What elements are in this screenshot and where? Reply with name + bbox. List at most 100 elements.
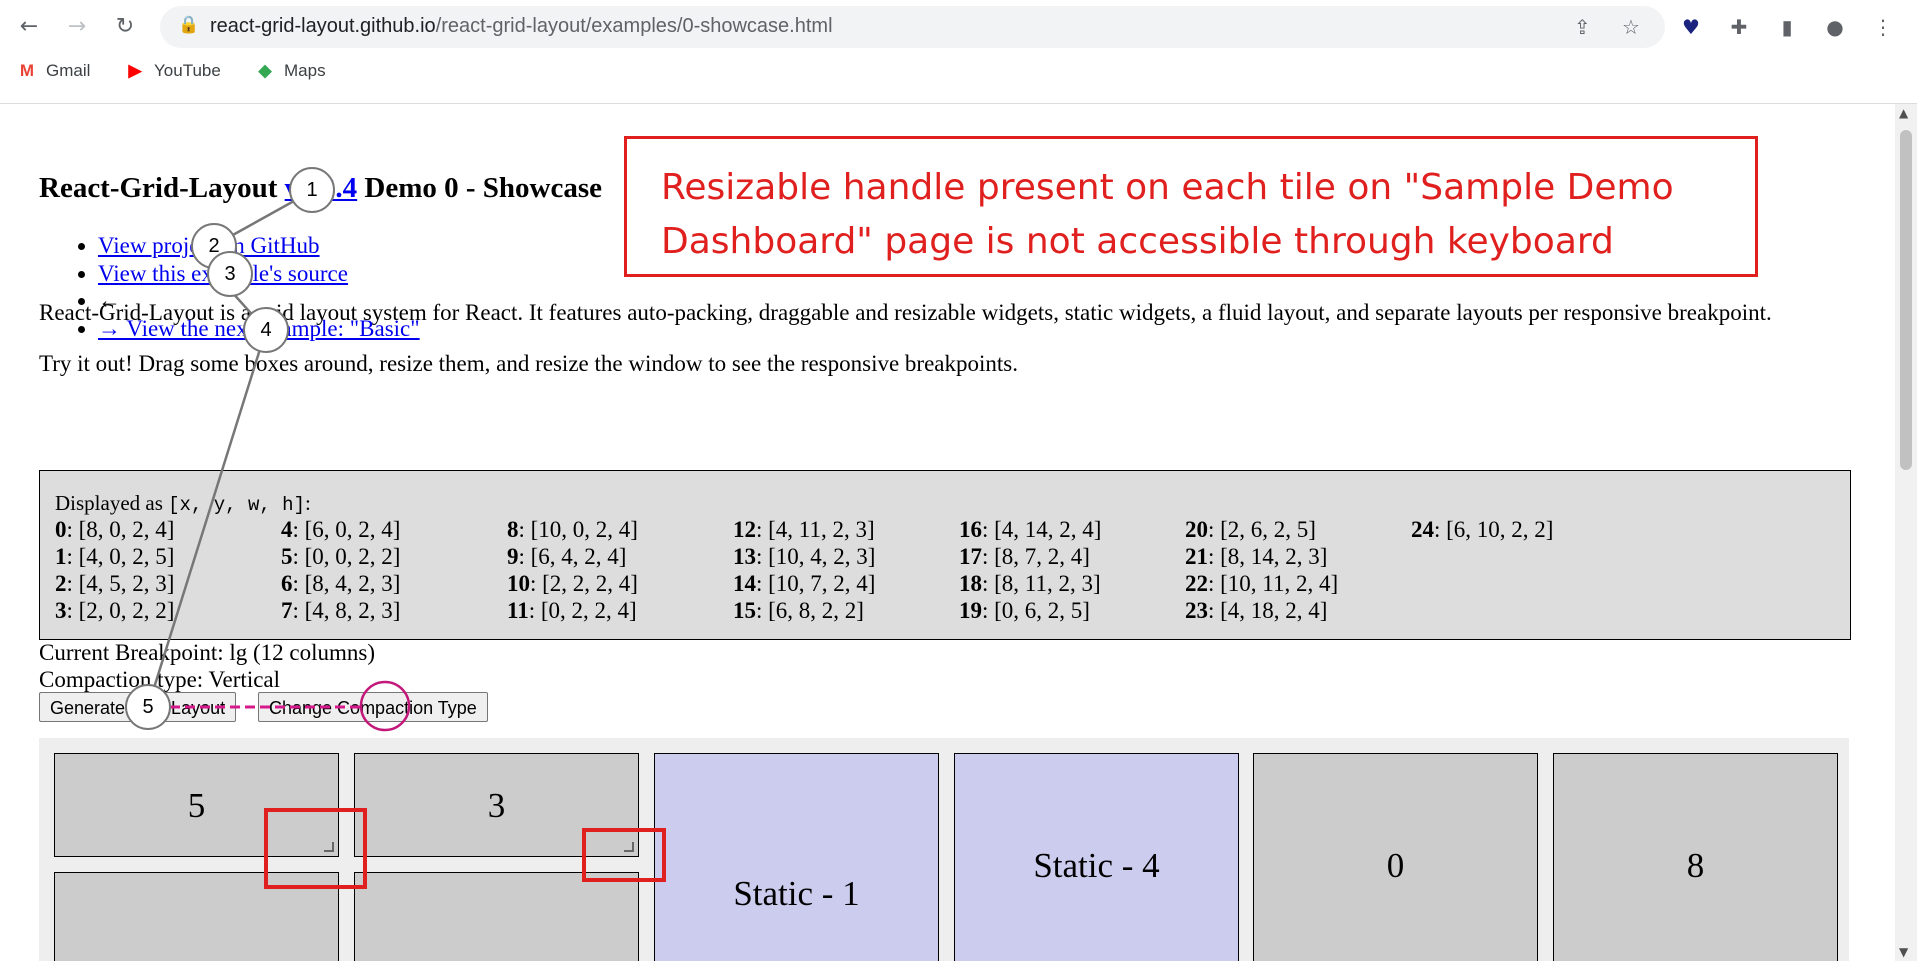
layout-item: 18: [8, 11, 2, 3]	[959, 571, 1185, 598]
layout-item-value: : [2, 0, 2, 2]	[66, 598, 175, 623]
menu-icon[interactable]: ⋮	[1866, 10, 1900, 44]
address-url[interactable]: react-grid-layout.github.io/react-grid-l…	[210, 15, 833, 38]
side-panel-icon[interactable]: ▮	[1770, 10, 1804, 44]
layout-item-value: : [8, 14, 2, 3]	[1208, 544, 1328, 569]
layout-item: 17: [8, 7, 2, 4]	[959, 544, 1185, 571]
layout-item: 15: [6, 8, 2, 2]	[733, 598, 959, 625]
layout-item-id: 7	[281, 598, 293, 623]
layout-item-value: : [6, 4, 2, 4]	[518, 544, 627, 569]
focus-order-marker-3: 3	[207, 251, 253, 297]
layout-item: 22: [10, 11, 2, 4]	[1185, 571, 1411, 598]
layout-item: 7: [4, 8, 2, 3]	[281, 598, 507, 625]
bookmark-label: Gmail	[46, 61, 91, 80]
focus-order-marker-4: 4	[243, 307, 289, 353]
layout-item-value: : [10, 4, 2, 3]	[756, 544, 876, 569]
layout-item-value: : [8, 0, 2, 4]	[66, 517, 175, 542]
youtube-icon: ▶	[128, 61, 142, 80]
layout-item: 0: [8, 0, 2, 4]	[55, 517, 281, 544]
layout-item-id: 17	[959, 544, 982, 569]
change-compaction-button[interactable]: Change Compaction Type	[258, 692, 488, 722]
layout-item-id: 15	[733, 598, 756, 623]
layout-item: 6: [8, 4, 2, 3]	[281, 571, 507, 598]
bookmark-gmail[interactable]: M Gmail	[16, 61, 91, 81]
layout-item-id: 11	[507, 598, 529, 623]
displayed-as-colon: :	[304, 491, 311, 515]
layout-item-id: 6	[281, 571, 293, 596]
layout-item-value: : [10, 11, 2, 4]	[1208, 571, 1339, 596]
bookmark-youtube[interactable]: ▶ YouTube	[124, 61, 221, 81]
bookmark-maps[interactable]: ◆ Maps	[254, 61, 325, 81]
layout-item-value: : [0, 0, 2, 2]	[292, 544, 401, 569]
grid-tile-static-1: Static - 1	[654, 753, 939, 961]
list-item: View project on GitHub	[98, 232, 420, 260]
layout-item-value: : [0, 6, 2, 5]	[982, 598, 1090, 623]
lock-icon: 🔒	[178, 15, 200, 35]
star-icon[interactable]: ☆	[1622, 15, 1640, 39]
layout-item: 9: [6, 4, 2, 4]	[507, 544, 733, 571]
bookmark-label: YouTube	[154, 61, 221, 80]
layout-item-value: : [6, 10, 2, 2]	[1434, 517, 1554, 542]
share-icon[interactable]: ⇪	[1574, 15, 1591, 39]
layout-item-id: 14	[733, 571, 756, 596]
tile-label: Static - 1	[733, 874, 860, 913]
layout-item-value: : [8, 11, 2, 3]	[982, 571, 1101, 596]
grid-tile-0[interactable]: 0	[1253, 753, 1538, 961]
profile-icon[interactable]: ●	[1818, 10, 1852, 44]
layout-item-id: 20	[1185, 517, 1208, 542]
layout-item: 16: [4, 14, 2, 4]	[959, 517, 1185, 544]
page-scrollbar[interactable]: ▲ ▼	[1895, 104, 1917, 961]
layout-item: 5: [0, 0, 2, 2]	[281, 544, 507, 571]
layout-item-value: : [4, 14, 2, 4]	[982, 517, 1102, 542]
layout-item: 3: [2, 0, 2, 2]	[55, 598, 281, 625]
extension-heart-icon[interactable]: ♥	[1674, 10, 1708, 44]
gmail-icon: M	[19, 61, 35, 80]
resize-handle-highlight-box	[264, 808, 367, 889]
maps-icon: ◆	[258, 61, 272, 80]
layout-item: 13: [10, 4, 2, 3]	[733, 544, 959, 571]
breakpoint-info: Current Breakpoint: lg (12 columns) Comp…	[39, 639, 375, 693]
puzzle-icon[interactable]: ✚	[1722, 10, 1756, 44]
grid-tile-static-4: Static - 4	[954, 753, 1239, 961]
title-prefix: React-Grid-Layout	[39, 172, 285, 204]
layout-item-id: 23	[1185, 598, 1208, 623]
layout-display-box: Displayed as [x, y, w, h]: 0: [8, 0, 2, …	[39, 470, 1851, 640]
layout-item-id: 3	[55, 598, 67, 623]
displayed-as-label: Displayed as	[55, 491, 169, 515]
layout-item: 2: [4, 5, 2, 3]	[55, 571, 281, 598]
url-host: react-grid-layout.github.io	[210, 15, 436, 37]
annotation-callout: Resizable handle present on each tile on…	[624, 136, 1758, 277]
focus-order-marker-5: 5	[125, 684, 171, 730]
layout-item-id: 4	[281, 517, 293, 542]
layout-item-value: : [4, 0, 2, 5]	[66, 544, 175, 569]
browser-chrome: ← → ↻ 🔒 react-grid-layout.github.io/reac…	[0, 0, 1917, 104]
layout-item-value: : [8, 7, 2, 4]	[982, 544, 1090, 569]
try-it-paragraph: Try it out! Drag some boxes around, resi…	[39, 351, 1018, 376]
layout-item-id: 8	[507, 517, 519, 542]
layout-item: 4: [6, 0, 2, 4]	[281, 517, 507, 544]
tile-label: 8	[1686, 846, 1705, 885]
focus-order-marker-1: 1	[289, 167, 335, 213]
layout-item-id: 16	[959, 517, 982, 542]
displayed-as-heading: Displayed as [x, y, w, h]:	[55, 491, 311, 516]
layout-item-value: : [4, 5, 2, 3]	[66, 571, 175, 596]
layout-item-value: : [10, 0, 2, 4]	[518, 517, 638, 542]
scrollbar-thumb[interactable]	[1900, 130, 1912, 470]
back-icon[interactable]: ←	[12, 10, 46, 44]
scroll-up-icon[interactable]: ▲	[1899, 106, 1908, 120]
layout-item-id: 13	[733, 544, 756, 569]
layout-item-value: : [6, 8, 2, 2]	[756, 598, 864, 623]
intro-paragraph: React-Grid-Layout is a grid layout syste…	[39, 300, 1772, 325]
current-breakpoint: Current Breakpoint: lg (12 columns)	[39, 640, 375, 665]
layout-item-id: 2	[55, 571, 67, 596]
compaction-type: Compaction type: Vertical	[39, 667, 281, 692]
layout-item-id: 0	[55, 517, 67, 542]
grid-tile[interactable]	[354, 872, 639, 961]
grid-tile-8[interactable]: 8	[1553, 753, 1838, 961]
annotation-text: Resizable handle present on each tile on…	[661, 167, 1674, 262]
layout-item-id: 10	[507, 571, 530, 596]
forward-icon[interactable]: →	[60, 10, 94, 44]
address-bar[interactable]: 🔒 react-grid-layout.github.io/react-grid…	[160, 6, 1665, 48]
layout-item: 10: [2, 2, 2, 4]	[507, 571, 733, 598]
scroll-down-icon[interactable]: ▼	[1899, 945, 1908, 959]
reload-icon[interactable]: ↻	[108, 10, 142, 44]
